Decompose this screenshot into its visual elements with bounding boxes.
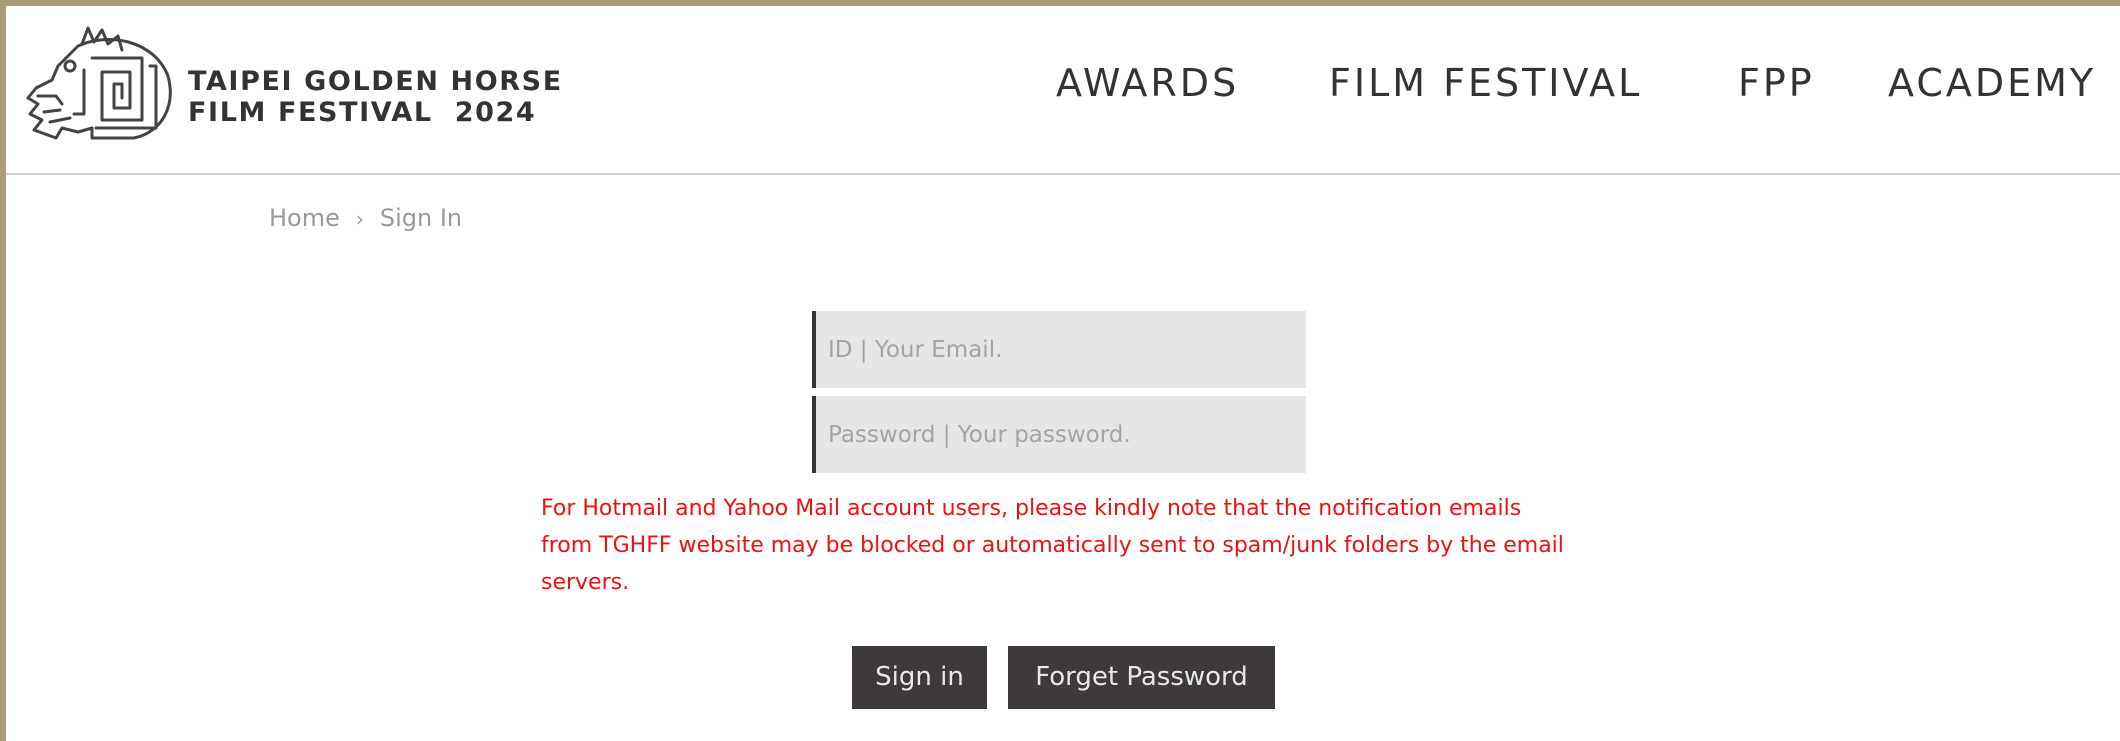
page-frame: TAIPEI GOLDEN HORSE FILM FESTIVAL 2024 A… [6,6,2120,741]
nav-awards[interactable]: AWARDS [1056,58,1239,108]
breadcrumb-separator-icon: › [355,207,364,231]
nav-fpp[interactable]: FPP [1738,58,1815,108]
sign-in-button[interactable]: Sign in [852,646,987,709]
forget-password-button[interactable]: Forget Password [1008,646,1275,709]
password-field[interactable] [812,396,1306,473]
breadcrumb: Home › Sign In [269,202,462,235]
main-nav: AWARDS FILM FESTIVAL FPP ACADEMY [6,58,2120,108]
breadcrumb-home-link[interactable]: Home [269,204,340,232]
nav-film-festival[interactable]: FILM FESTIVAL [1329,58,1642,108]
site-header: TAIPEI GOLDEN HORSE FILM FESTIVAL 2024 A… [6,6,2120,175]
email-notice: For Hotmail and Yahoo Mail account users… [541,496,1564,595]
breadcrumb-current: Sign In [379,204,463,232]
email-field[interactable] [812,311,1306,388]
nav-academy[interactable]: ACADEMY [1888,58,2096,108]
